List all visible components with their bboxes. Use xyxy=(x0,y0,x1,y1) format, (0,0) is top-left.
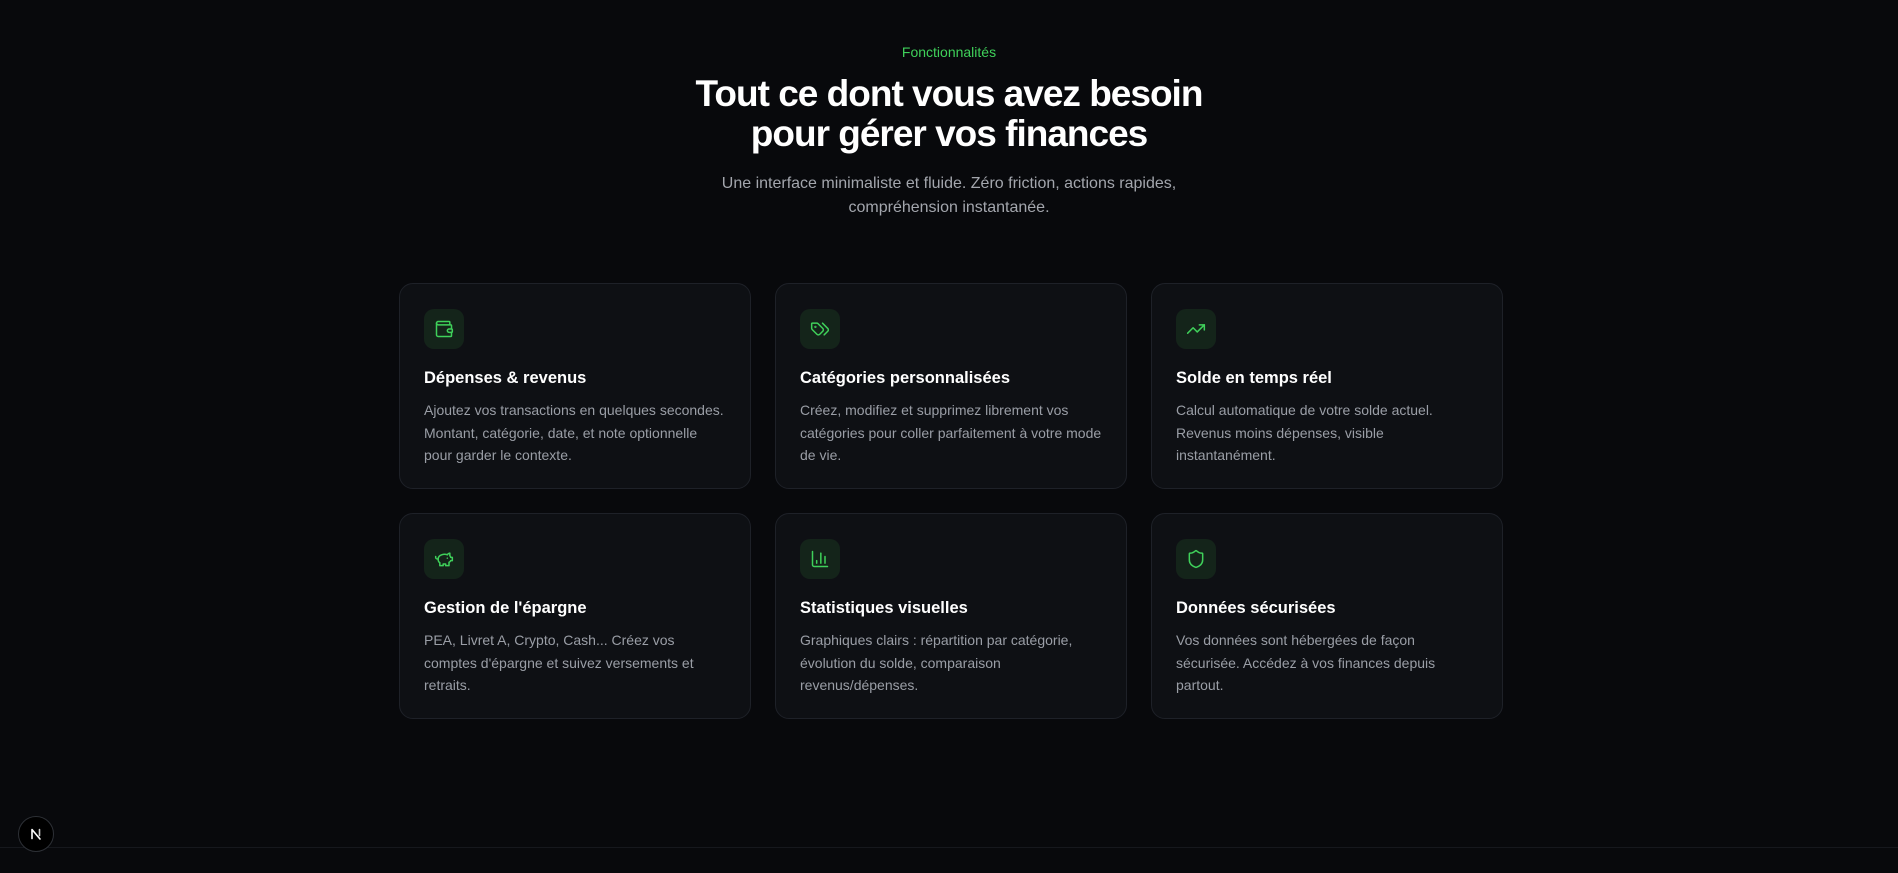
features-grid: Dépenses & revenus Ajoutez vos transacti… xyxy=(399,283,1503,719)
wallet-icon xyxy=(424,309,464,349)
feature-description: Créez, modifiez et supprimez librement v… xyxy=(800,402,1102,463)
bottom-divider xyxy=(0,847,1898,848)
feature-card-categories: Catégories personnalisées Créez, modifie… xyxy=(775,283,1127,489)
feature-description: Vos données sont hébergées de façon sécu… xyxy=(1176,632,1436,693)
feature-description: Graphiques clairs : répartition par caté… xyxy=(800,632,1073,693)
feature-title: Gestion de l'épargne xyxy=(424,599,587,617)
section-title-line1: Tout ce dont vous avez besoin xyxy=(695,73,1204,114)
section-eyebrow: Fonctionnalités xyxy=(901,44,997,60)
feature-title: Solde en temps réel xyxy=(1176,369,1332,387)
section-title: Tout ce dont vous avez besoin pour gérer… xyxy=(599,74,1299,154)
feature-title: Dépenses & revenus xyxy=(424,369,587,387)
trending-up-icon xyxy=(1176,309,1216,349)
section-subtitle-line2: compréhension instantanée. xyxy=(848,199,1050,216)
feature-description: Ajoutez vos transactions en quelques sec… xyxy=(424,402,724,463)
feature-card-realtime-balance: Solde en temps réel Calcul automatique d… xyxy=(1151,283,1503,489)
feature-title: Catégories personnalisées xyxy=(800,369,1011,387)
shield-icon xyxy=(1176,539,1216,579)
feature-title: Données sécurisées xyxy=(1176,599,1336,617)
feature-title: Statistiques visuelles xyxy=(800,599,968,617)
feature-description: Calcul automatique de votre solde actuel… xyxy=(1176,402,1433,463)
bar-chart-icon xyxy=(800,539,840,579)
tags-icon xyxy=(800,309,840,349)
section-title-line2: pour gérer vos finances xyxy=(750,113,1148,154)
features-page: Fonctionnalités Tout ce dont vous avez b… xyxy=(0,0,1898,873)
feature-description: PEA, Livret A, Crypto, Cash... Créez vos… xyxy=(424,632,694,693)
nextjs-logo-icon xyxy=(31,828,41,840)
feature-card-expenses-income: Dépenses & revenus Ajoutez vos transacti… xyxy=(399,283,751,489)
feature-card-statistics: Statistiques visuelles Graphiques clairs… xyxy=(775,513,1127,719)
piggy-bank-icon xyxy=(424,539,464,579)
feature-card-savings: Gestion de l'épargne PEA, Livret A, Cryp… xyxy=(399,513,751,719)
feature-card-security: Données sécurisées Vos données sont hébe… xyxy=(1151,513,1503,719)
section-subtitle-line1: Une interface minimaliste et fluide. Zér… xyxy=(721,175,1177,192)
section-subtitle: Une interface minimaliste et fluide. Zér… xyxy=(699,172,1199,220)
nextjs-dev-indicator-button[interactable] xyxy=(18,816,54,852)
